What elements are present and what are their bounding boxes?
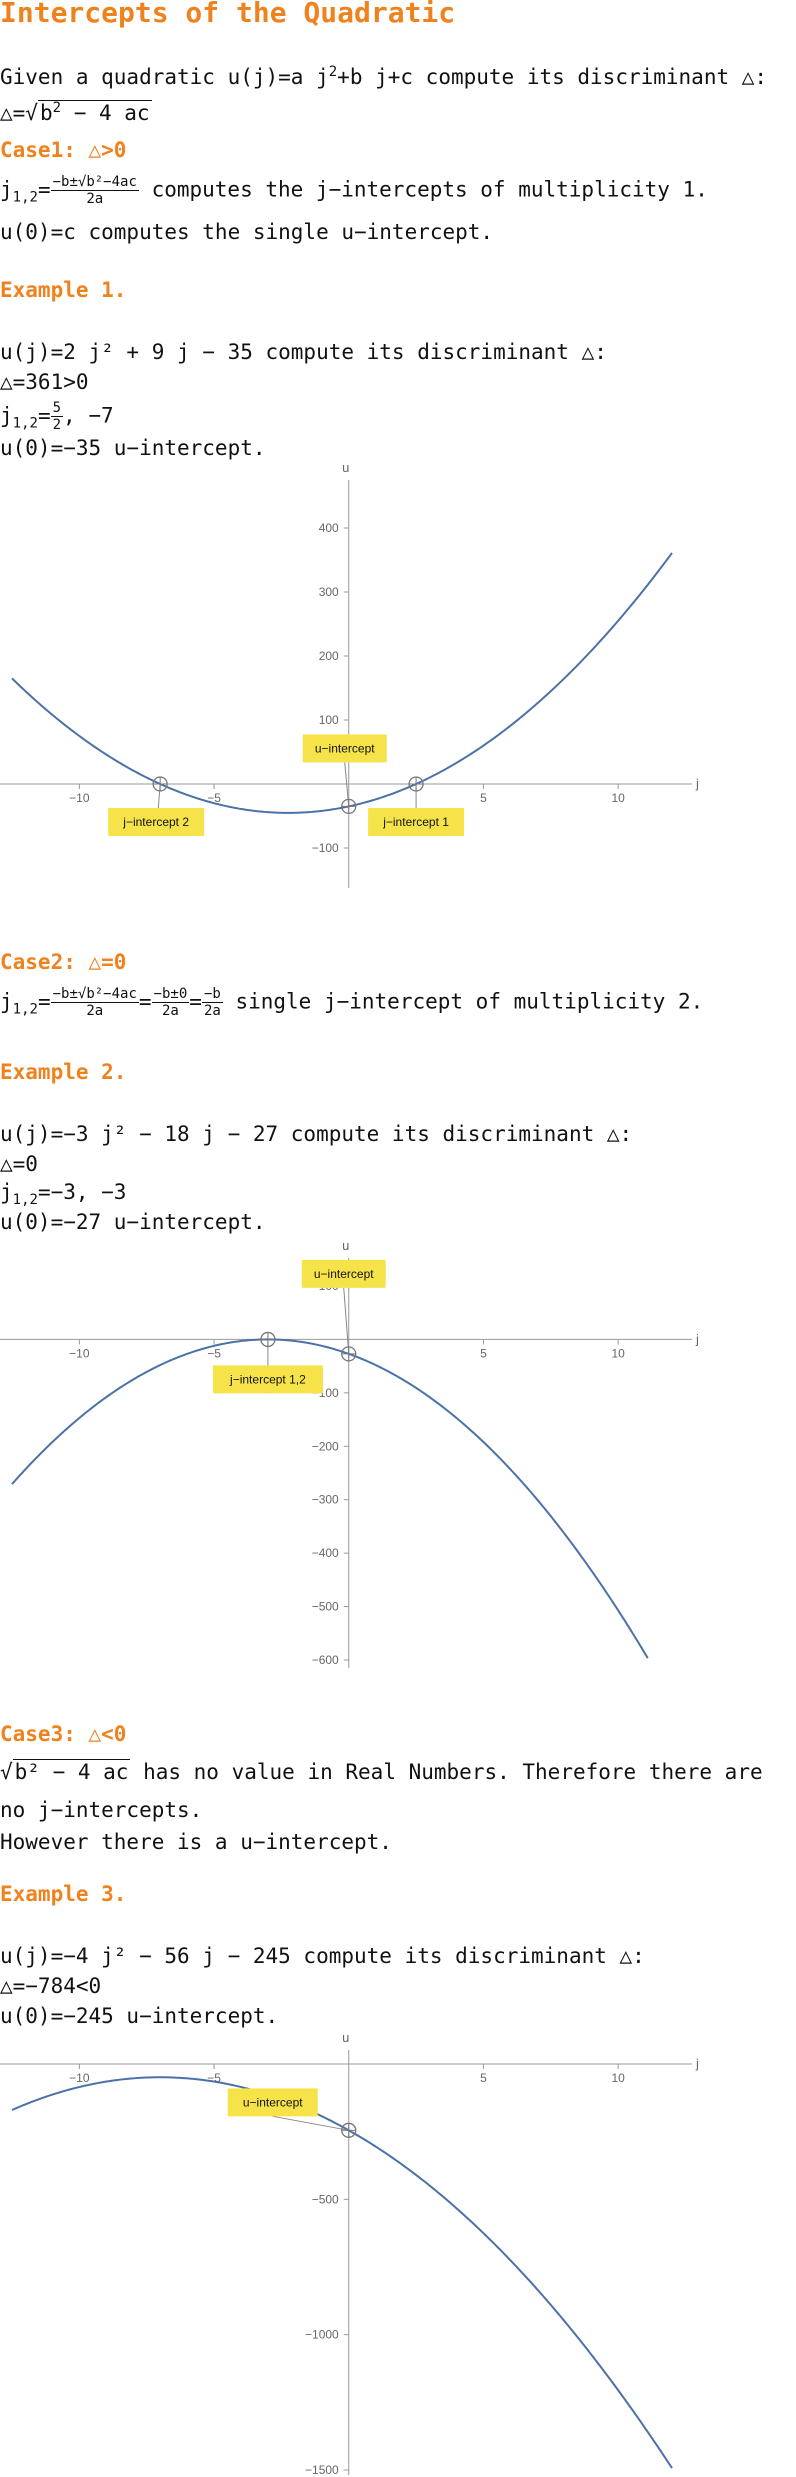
y-tick-label: −100 bbox=[312, 841, 339, 855]
case1-text1: computes the j−intercepts of multiplicit… bbox=[151, 177, 708, 202]
case3-line1: √b² − 4 ac has no value in Real Numbers.… bbox=[0, 1759, 763, 1784]
disc-lhs: △= bbox=[0, 101, 26, 125]
function-curve bbox=[11, 2076, 673, 2469]
x-axis-label: j bbox=[695, 1331, 699, 1346]
y-tick-label: −200 bbox=[312, 1439, 339, 1453]
x-axis-label: j bbox=[695, 2056, 699, 2071]
discriminant-formula: △=√b2 − 4 ac bbox=[0, 100, 152, 125]
case1-text2: u(0)=c computes the single u−intercept. bbox=[0, 220, 494, 244]
chart-1: ju−10 −5 5 10−100100200300400j−intercept 2j… bbox=[0, 460, 699, 888]
page-title: Intercepts of the Quadratic bbox=[0, 0, 456, 29]
y-axis-label: u bbox=[342, 460, 349, 475]
example3-discriminant: △=−784<0 bbox=[0, 1974, 102, 1998]
case1-heading: Case1: △>0 bbox=[0, 138, 127, 162]
x-tick-label: −10 bbox=[69, 791, 90, 805]
case3-heading: Case3: △<0 bbox=[0, 1722, 127, 1746]
intro-exponent: 2 bbox=[328, 64, 338, 80]
x-tick-label: −10 bbox=[69, 2071, 90, 2085]
example3-heading: Example 3. bbox=[0, 1882, 127, 1906]
case1-fraction: −b±√b²−4ac 2a bbox=[50, 174, 139, 207]
intro-line: Given a quadratic u(j)=a j2+b j+c comput… bbox=[0, 64, 767, 89]
y-axis-label: u bbox=[342, 2030, 349, 2045]
case2-heading: Case2: △=0 bbox=[0, 950, 127, 974]
example1-u-intercept: u(0)=−35 u−intercept. bbox=[0, 436, 266, 460]
x-tick-label: 10 bbox=[611, 2071, 625, 2085]
x-tick-label: −10 bbox=[69, 1346, 90, 1360]
example3-u-intercept: u(0)=−245 u−intercept. bbox=[0, 2004, 279, 2028]
annotation-label: u−intercept bbox=[315, 741, 375, 755]
annotation-leader bbox=[343, 1287, 350, 1354]
disc-radicand: b2 − 4 ac bbox=[37, 100, 152, 125]
chart-2: ju−10−5510−600−500−400−300−200−100100j−i… bbox=[0, 1240, 699, 1668]
x-tick-label: −5 bbox=[207, 1346, 221, 1360]
y-tick-label: −300 bbox=[312, 1493, 339, 1507]
example2-function: u(j)=−3 j² − 18 j − 27 compute its discr… bbox=[0, 1122, 633, 1146]
x-tick-label: 5 bbox=[480, 2071, 487, 2085]
annotation-label: j−intercept 2 bbox=[122, 815, 189, 829]
function-curve bbox=[11, 552, 673, 814]
x-tick-label: 10 bbox=[611, 791, 625, 805]
y-tick-label: 200 bbox=[319, 649, 339, 663]
y-tick-label: 100 bbox=[319, 713, 339, 727]
case3-radical: b² − 4 ac bbox=[12, 1759, 131, 1784]
case2-formula: j1,2= −b±√b²−4ac 2a = −b±0 2a = −b 2a single j−i… bbox=[0, 986, 704, 1019]
case3-line2: no j−intercepts. bbox=[0, 1798, 203, 1822]
intro-text-a: Given a quadratic u(j)=a j bbox=[0, 65, 329, 89]
case2-text: single j−intercept of multiplicity 2. bbox=[235, 989, 704, 1014]
example1-roots: j1,2= 5 2, −7 bbox=[0, 400, 114, 433]
example2-roots: j1,2=−3, −3 bbox=[0, 1180, 127, 1209]
y-tick-label: −1000 bbox=[305, 2328, 339, 2342]
example1-function: u(j)=2 j² + 9 j − 35 compute its discrim… bbox=[0, 340, 607, 364]
y-axis-label: u bbox=[342, 1240, 349, 1253]
x-tick-label: 5 bbox=[480, 791, 487, 805]
example1-heading: Example 1. bbox=[0, 278, 127, 302]
y-tick-label: 400 bbox=[319, 521, 339, 535]
case1-formula: j1,2= −b±√b²−4ac 2a computes the j−interce… bbox=[0, 174, 708, 207]
y-tick-label: −600 bbox=[312, 1653, 339, 1667]
example2-discriminant: △=0 bbox=[0, 1152, 38, 1176]
example3-function: u(j)=−4 j² − 56 j − 245 compute its disc… bbox=[0, 1944, 645, 1968]
annotation-label: u−intercept bbox=[314, 1267, 374, 1281]
x-tick-label: 10 bbox=[611, 1346, 625, 1360]
y-tick-label: −500 bbox=[312, 1600, 339, 1614]
y-tick-label: −500 bbox=[312, 2192, 339, 2206]
y-tick-label: −400 bbox=[312, 1546, 339, 1560]
x-tick-label: 5 bbox=[480, 1346, 487, 1360]
annotation-label: j−intercept 1,2 bbox=[229, 1372, 306, 1386]
y-tick-label: 300 bbox=[319, 585, 339, 599]
x-axis-label: j bbox=[695, 776, 699, 791]
chart-3: ju−10 −5 5 10−1500−1000−500u−intercept bbox=[0, 2030, 699, 2475]
intro-text-b: +b j+c compute its discriminant △: bbox=[337, 65, 768, 89]
example2-u-intercept: u(0)=−27 u−intercept. bbox=[0, 1210, 266, 1234]
example1-discriminant: △=361>0 bbox=[0, 370, 89, 394]
annotation-label: j−intercept 1 bbox=[382, 815, 449, 829]
y-tick-label: −1500 bbox=[305, 2463, 339, 2475]
case3-line3: However there is a u−intercept. bbox=[0, 1830, 392, 1854]
example2-heading: Example 2. bbox=[0, 1060, 127, 1084]
annotation-label: u−intercept bbox=[243, 2095, 303, 2109]
